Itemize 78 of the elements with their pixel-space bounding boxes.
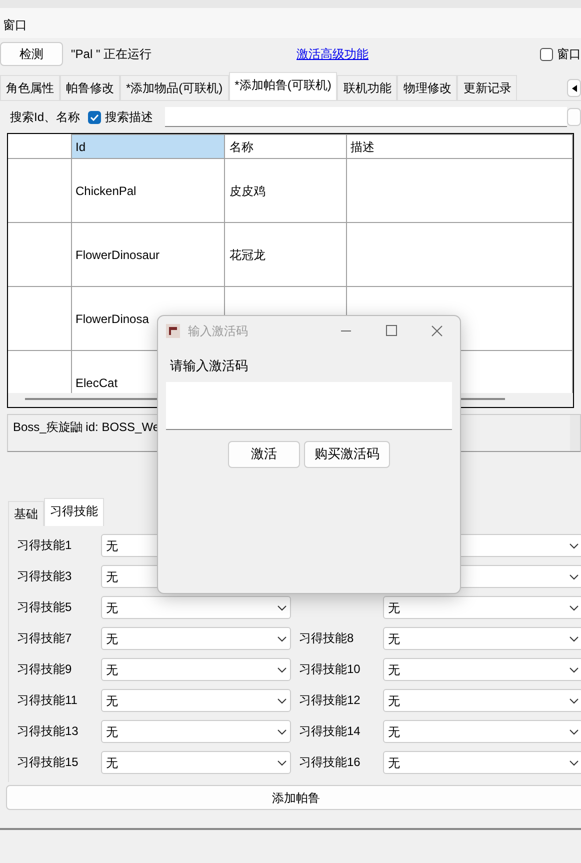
maximize-icon[interactable] (386, 325, 397, 336)
checkbox-label: 搜索描述 (105, 109, 154, 126)
search-label: 搜索Id、名称 (10, 109, 80, 126)
chevron-down-icon (569, 666, 579, 672)
search-field[interactable] (165, 107, 567, 127)
dialog-button[interactable]: 购买激活码 (304, 440, 390, 468)
arrow-left-icon (572, 84, 576, 92)
chevron-down-icon (277, 604, 287, 610)
column-header[interactable]: Id (71, 134, 225, 158)
dropdown[interactable]: 无 (101, 720, 291, 743)
table-cell: 皮皮鸡 (224, 158, 346, 222)
dropdown[interactable]: 无 (383, 627, 581, 650)
chevron-down-icon (277, 666, 287, 672)
tab[interactable]: 物理修改 (397, 75, 458, 100)
field-label: 习得技能11 (16, 692, 78, 709)
dropdown[interactable]: 无 (383, 596, 581, 619)
menu-item[interactable]: 窗口 (3, 18, 27, 32)
field-label: 习得技能3 (16, 568, 73, 585)
chevron-down-icon (569, 760, 579, 766)
chevron-down-icon (277, 698, 287, 704)
chevron-down-icon (569, 728, 579, 734)
checkbox-label: 窗口 (557, 46, 581, 63)
activation-code-field[interactable] (166, 382, 452, 430)
detect-button[interactable]: 检测 (0, 42, 63, 66)
chevron-down-icon (277, 636, 287, 642)
dropdown[interactable]: 无 (383, 751, 581, 774)
dropdown[interactable]: 无 (383, 720, 581, 743)
checkbox[interactable] (88, 110, 102, 124)
checkbox[interactable] (540, 48, 553, 60)
tab[interactable]: 更新记录 (457, 75, 518, 100)
dropdown[interactable]: 无 (101, 627, 291, 650)
chevron-down-icon (277, 760, 287, 766)
tab[interactable]: 习得技能 (44, 498, 104, 526)
field-label: 习得技能1 (16, 537, 73, 554)
dropdown[interactable]: 无 (101, 658, 291, 681)
field-label: 习得技能10 (298, 661, 362, 678)
vertical-scrollbar[interactable] (570, 415, 580, 451)
field-label: 习得技能16 (298, 754, 362, 771)
description-text: Boss_疾旋鼬 id: BOSS_We (12, 419, 160, 436)
tab[interactable]: *添加物品(可联机) (120, 75, 229, 100)
chevron-down-icon (569, 698, 579, 704)
check-icon (90, 114, 100, 120)
chevron-down-icon (569, 636, 579, 642)
column-header[interactable]: 名称 (224, 134, 346, 158)
activate-link[interactable]: 激活高级功能 (296, 45, 369, 63)
field-label: 习得技能5 (16, 599, 73, 616)
field-label: 习得技能12 (298, 692, 362, 709)
dropdown[interactable]: 无 (383, 658, 581, 681)
dropdown[interactable]: 无 (101, 596, 291, 619)
field-label: 习得技能9 (16, 661, 73, 678)
table-cell: ChickenPal (71, 158, 225, 222)
field-label: 习得技能8 (298, 630, 355, 647)
tab[interactable]: 帕鲁修改 (60, 75, 120, 100)
dialog-button[interactable]: 激活 (228, 440, 300, 468)
add-pal-button[interactable]: 添加帕鲁 (6, 785, 581, 810)
chevron-down-icon (277, 728, 287, 734)
tab[interactable]: 角色属性 (0, 75, 60, 100)
chevron-down-icon (569, 542, 579, 548)
scroll-left-button[interactable] (567, 79, 581, 97)
dropdown[interactable]: 无 (101, 751, 291, 774)
table-cell: FlowerDinosaur (71, 222, 225, 286)
prompt-text: 请输入激活码 (169, 357, 249, 375)
field-label: 习得技能13 (16, 723, 80, 740)
close-icon[interactable] (431, 325, 443, 337)
app-icon (166, 324, 180, 338)
table-cell: 花冠龙 (224, 222, 346, 286)
field-label: 习得技能15 (16, 754, 80, 771)
status-text: "Pal " 正在运行 (71, 46, 152, 63)
tab[interactable]: 联机功能 (337, 75, 398, 100)
tab[interactable]: 基础 (8, 501, 44, 526)
tab[interactable]: *添加帕鲁(可联机) (228, 72, 338, 100)
chevron-down-icon (569, 574, 579, 580)
chevron-down-icon (569, 604, 579, 610)
field-label: 习得技能7 (16, 630, 73, 647)
dropdown[interactable]: 无 (383, 689, 581, 712)
dropdown[interactable]: 无 (101, 689, 291, 712)
field-label: 习得技能14 (298, 723, 362, 740)
column-header[interactable]: 描述 (346, 134, 572, 158)
